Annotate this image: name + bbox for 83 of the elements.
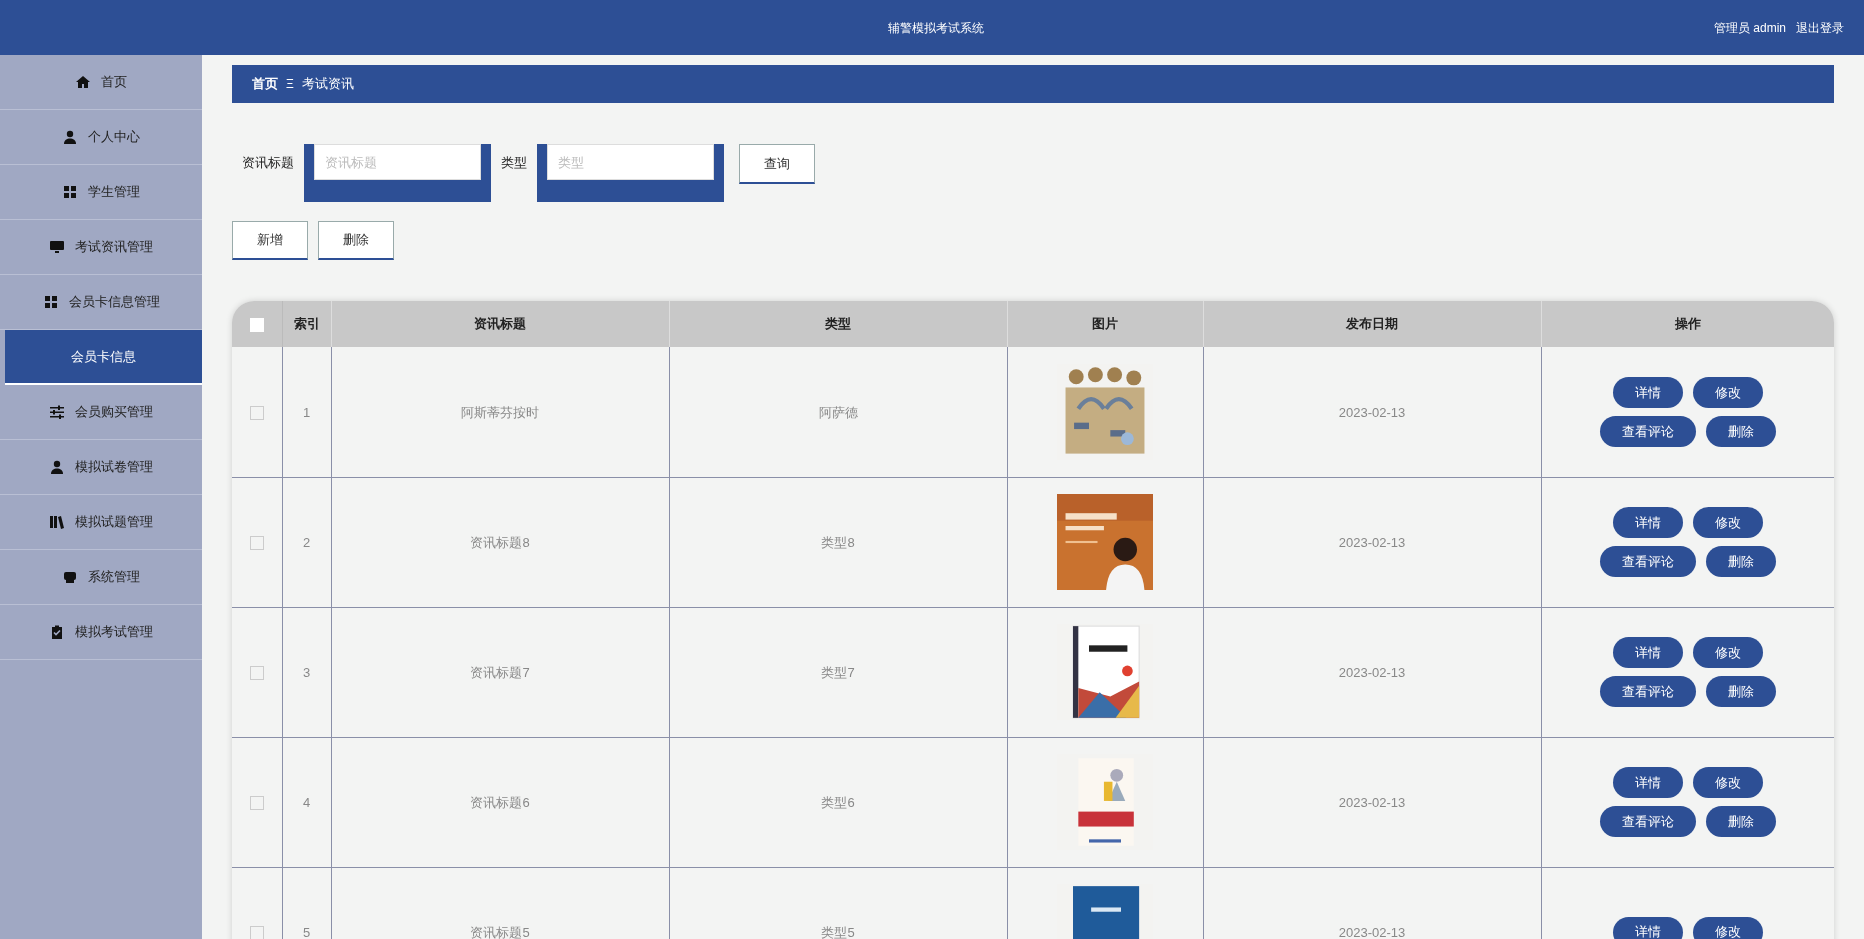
row-action-button[interactable]: 修改: [1692, 637, 1763, 668]
table-cell: 类型6: [821, 795, 855, 810]
column-header: 类型: [825, 316, 851, 332]
table-cell: 2023-02-13: [1338, 925, 1406, 939]
search-button[interactable]: 查询: [739, 144, 815, 184]
sidebar-item[interactable]: 考试资讯管理: [0, 220, 202, 275]
table-cell: 资讯标题8: [470, 535, 530, 550]
breadcrumb-current: 考试资讯: [301, 75, 354, 94]
checkbox[interactable]: [249, 795, 264, 810]
table-cell: 1: [302, 404, 311, 420]
row-action-button[interactable]: 删除: [1705, 676, 1776, 707]
sidebar-item[interactable]: 系统管理: [0, 550, 202, 605]
search-field[interactable]: 资讯标题: [304, 144, 491, 202]
checkbox[interactable]: [249, 925, 264, 939]
sidebar-item[interactable]: 首页: [0, 55, 202, 110]
column-header: 操作: [1674, 316, 1701, 332]
column-header: 发布日期: [1346, 316, 1398, 332]
row-action-button[interactable]: 详情: [1612, 376, 1683, 408]
monitor-icon: [49, 239, 65, 255]
column-header: 资讯标题: [474, 316, 526, 332]
printer-icon: [62, 569, 78, 585]
sidebar-item[interactable]: 会员购买管理: [0, 385, 202, 440]
row-action-button[interactable]: 详情: [1612, 767, 1683, 798]
sidebar-item[interactable]: 个人中心: [0, 110, 202, 165]
checkbox[interactable]: [249, 665, 264, 680]
sliders-icon: [49, 404, 65, 420]
logout-link[interactable]: 退出登录: [1796, 18, 1844, 37]
row-action-button[interactable]: 查看评论: [1599, 676, 1696, 707]
row-action-button[interactable]: 删除: [1705, 415, 1776, 447]
table-cell: 资讯标题6: [470, 795, 530, 810]
user-label: 管理员 admin: [1713, 19, 1786, 37]
sidebar-item[interactable]: 模拟试卷管理: [0, 440, 202, 495]
row-action-button[interactable]: 查看评论: [1599, 415, 1696, 447]
table-cell: 阿萨德: [818, 404, 858, 420]
grid-icon: [42, 294, 59, 310]
sidebar-subitem[interactable]: 会员卡信息: [5, 330, 202, 385]
table-cell: 2023-02-13: [1338, 665, 1406, 680]
search-field[interactable]: 类型: [537, 144, 724, 202]
table-cell: 2: [302, 535, 311, 550]
grid-icon: [62, 184, 78, 200]
table-cell: 阿斯蒂芬按时: [461, 404, 539, 420]
field-label: 资讯标题: [242, 154, 294, 172]
sidebar-item[interactable]: 模拟试题管理: [0, 495, 202, 550]
row-action-button[interactable]: 详情: [1612, 916, 1683, 939]
table-cell: 4: [302, 795, 311, 810]
books-icon: [49, 514, 65, 530]
field-label: 类型: [501, 154, 527, 172]
row-action-button[interactable]: 详情: [1612, 507, 1683, 538]
app-title: 辅警模拟考试系统: [888, 19, 984, 37]
breadcrumb-link[interactable]: 首页: [252, 74, 278, 94]
table-cell: 2023-02-13: [1338, 535, 1406, 550]
row-action-button[interactable]: 删除: [1705, 806, 1776, 837]
user-icon: [62, 129, 78, 145]
checkbox[interactable]: [249, 317, 264, 332]
table-cell: 5: [302, 925, 311, 939]
action-button[interactable]: 删除: [318, 221, 394, 260]
row-action-button[interactable]: 修改: [1692, 376, 1763, 408]
action-button[interactable]: 新增: [232, 221, 308, 260]
user-icon: [49, 459, 65, 475]
separator-icon: Ξ: [286, 75, 294, 93]
checkbox[interactable]: [249, 535, 264, 550]
home-icon: [75, 74, 91, 90]
row-action-button[interactable]: 修改: [1692, 916, 1763, 939]
row-action-button[interactable]: 删除: [1705, 546, 1776, 577]
sidebar-item[interactable]: 学生管理: [0, 165, 202, 220]
row-action-button[interactable]: 详情: [1612, 637, 1683, 668]
column-header: 图片: [1092, 316, 1118, 332]
row-action-button[interactable]: 查看评论: [1599, 806, 1696, 837]
column-header: 索引: [293, 316, 320, 332]
table-cell: 2023-02-13: [1338, 404, 1406, 420]
table-cell: 资讯标题5: [470, 925, 530, 939]
table-cell: 2023-02-13: [1338, 795, 1406, 810]
table-cell: 类型7: [821, 665, 855, 680]
row-action-button[interactable]: 修改: [1692, 767, 1763, 798]
checkbox[interactable]: [249, 405, 264, 420]
row-action-button[interactable]: 查看评论: [1599, 546, 1696, 577]
sidebar-item[interactable]: 模拟考试管理: [0, 605, 202, 660]
table-cell: 3: [302, 665, 311, 680]
table-cell: 类型8: [821, 535, 855, 550]
row-action-button[interactable]: 修改: [1692, 507, 1763, 538]
clipboard-check-icon: [49, 624, 65, 640]
table-cell: 类型5: [821, 925, 855, 939]
table-cell: 资讯标题7: [470, 665, 530, 680]
